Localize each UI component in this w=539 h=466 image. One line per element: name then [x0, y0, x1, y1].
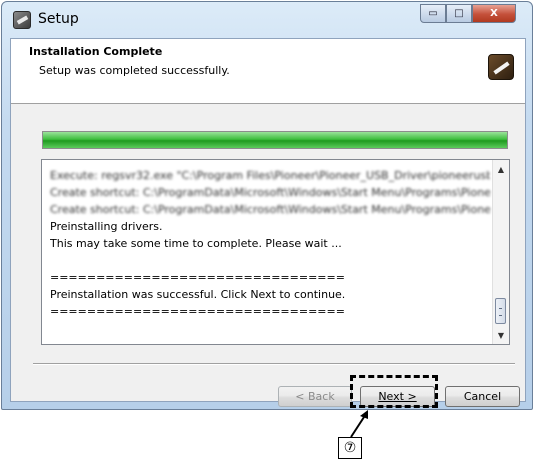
callout-pointer-icon — [350, 410, 368, 438]
step-callout-label: ⑦ — [338, 437, 362, 459]
